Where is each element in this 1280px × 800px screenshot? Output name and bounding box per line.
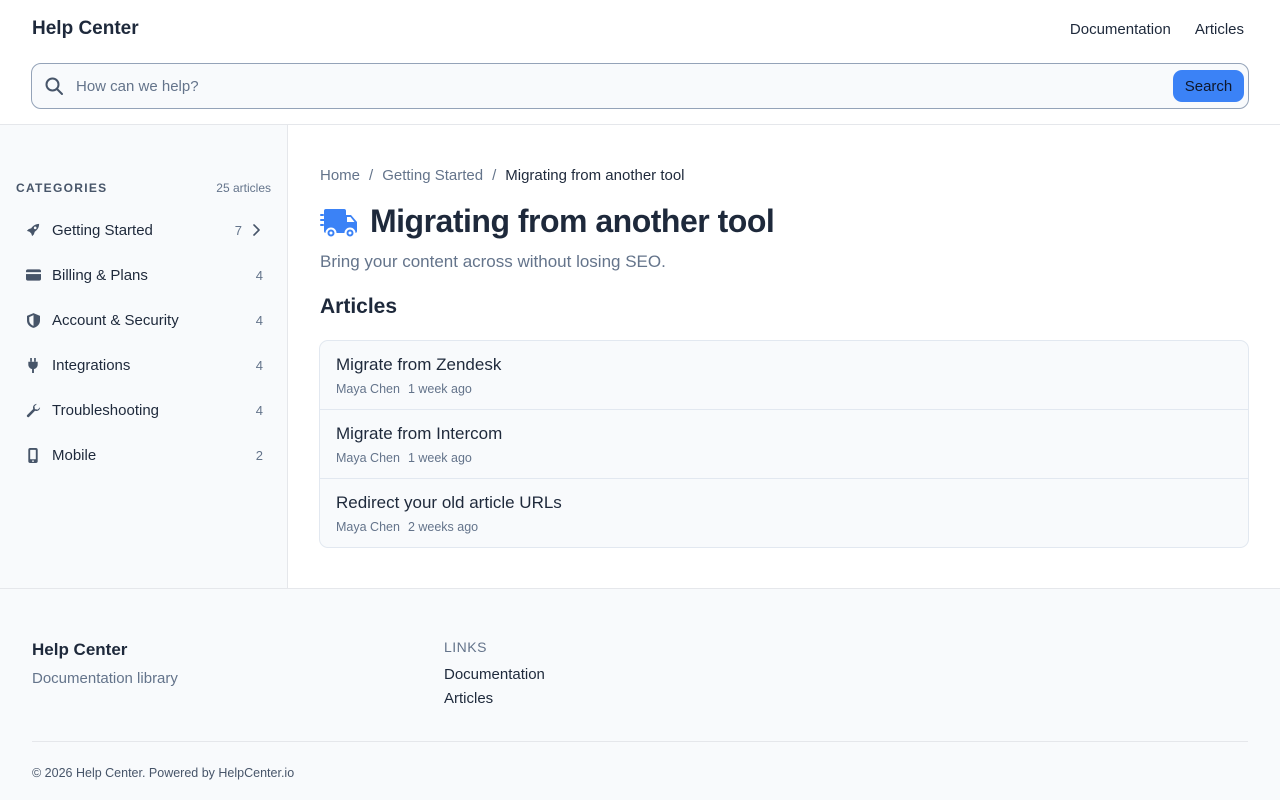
- sidebar-item-count: 4: [255, 313, 263, 328]
- article-author: Maya Chen: [336, 382, 400, 396]
- plug-icon: [25, 357, 41, 373]
- page-subtitle: Bring your content across without losing…: [320, 252, 666, 271]
- article-time: 2 weeks ago: [407, 520, 479, 534]
- sidebar-item-account-security[interactable]: Account & Security 4: [16, 298, 272, 343]
- article-item[interactable]: Migrate from Zendesk Maya Chen 1 week ag…: [320, 341, 1248, 410]
- breadcrumb: Home / Getting Started / Migrating from …: [320, 167, 685, 184]
- nav-link-documentation[interactable]: Documentation: [1070, 21, 1171, 38]
- truck-icon: [320, 209, 357, 239]
- sidebar-item-getting-started[interactable]: Getting Started 7: [16, 208, 272, 253]
- article-meta: Maya Chen 1 week ago: [336, 382, 472, 396]
- top-nav: Documentation Articles: [1070, 21, 1244, 38]
- footer-links-title: LINKS: [444, 639, 487, 655]
- article-item[interactable]: Migrate from Intercom Maya Chen 1 week a…: [320, 410, 1248, 479]
- sidebar-item-label: Account & Security: [52, 312, 179, 329]
- sidebar-item-count: 7: [234, 223, 242, 238]
- article-time: 1 week ago: [407, 382, 472, 396]
- footer-brand: Help Center: [32, 640, 128, 659]
- site-header: Help Center Documentation Articles Searc…: [0, 0, 1280, 125]
- sidebar-item-label: Getting Started: [52, 222, 153, 239]
- article-title[interactable]: Migrate from Zendesk: [336, 355, 501, 375]
- nav-link-articles[interactable]: Articles: [1195, 21, 1244, 38]
- article-item[interactable]: Redirect your old article URLs Maya Chen…: [320, 479, 1248, 547]
- article-meta: Maya Chen 1 week ago: [336, 451, 472, 465]
- sidebar-item-count: 4: [255, 268, 263, 283]
- footer-links: Documentation Articles: [444, 666, 545, 714]
- categories-header: CATEGORIES 25 articles: [16, 181, 271, 195]
- search-icon: [45, 77, 63, 95]
- categories-title: CATEGORIES: [16, 181, 108, 195]
- brand-logo-text[interactable]: Help Center: [32, 18, 139, 40]
- phone-icon: [25, 447, 41, 463]
- category-list: Getting Started 7 Billing & Plans 4 Acco…: [16, 208, 272, 478]
- footer-link-documentation[interactable]: Documentation: [444, 666, 545, 690]
- shield-icon: [25, 312, 41, 328]
- chevron-right-icon: [253, 224, 260, 236]
- footer-copyright: © 2026 Help Center. Powered by HelpCente…: [32, 766, 295, 780]
- search-button[interactable]: Search: [1173, 70, 1244, 102]
- sidebar-item-count: 4: [255, 358, 263, 373]
- footer-divider: [32, 741, 1248, 742]
- search-input[interactable]: [76, 70, 1156, 102]
- sidebar-item-integrations[interactable]: Integrations 4: [16, 343, 272, 388]
- breadcrumb-separator: /: [492, 167, 497, 184]
- sidebar-item-label: Integrations: [52, 357, 131, 374]
- article-author: Maya Chen: [336, 520, 400, 534]
- footer-link-articles[interactable]: Articles: [444, 690, 545, 714]
- search-bar: Search: [31, 63, 1249, 109]
- main-content: Home / Getting Started / Migrating from …: [288, 125, 1280, 588]
- article-meta: Maya Chen 2 weeks ago: [336, 520, 478, 534]
- credit-card-icon: [25, 267, 41, 283]
- sidebar-item-count: 2: [255, 448, 263, 463]
- sidebar-item-label: Troubleshooting: [52, 402, 160, 419]
- article-title[interactable]: Redirect your old article URLs: [336, 493, 562, 513]
- sidebar-item-troubleshooting[interactable]: Troubleshooting 4: [16, 388, 272, 433]
- article-time: 1 week ago: [407, 451, 472, 465]
- sidebar-item-count: 4: [255, 403, 263, 418]
- article-title[interactable]: Migrate from Intercom: [336, 424, 502, 444]
- breadcrumb-current: Migrating from another tool: [505, 167, 685, 184]
- categories-total: 25 articles: [216, 181, 271, 195]
- site-footer: Help Center Documentation library LINKS …: [0, 588, 1280, 800]
- breadcrumb-home[interactable]: Home: [320, 167, 360, 184]
- articles-section-title: Articles: [320, 295, 398, 318]
- category-sidebar: CATEGORIES 25 articles Getting Started 7…: [0, 125, 288, 588]
- article-list: Migrate from Zendesk Maya Chen 1 week ag…: [319, 340, 1249, 548]
- breadcrumb-separator: /: [369, 167, 374, 184]
- sidebar-item-label: Billing & Plans: [52, 267, 148, 284]
- page-title: Migrating from another tool: [370, 203, 775, 239]
- sidebar-item-mobile[interactable]: Mobile 2: [16, 433, 272, 478]
- wrench-icon: [25, 402, 41, 418]
- breadcrumb-getting-started[interactable]: Getting Started: [382, 167, 483, 184]
- sidebar-item-billing[interactable]: Billing & Plans 4: [16, 253, 272, 298]
- footer-tagline: Documentation library: [32, 670, 178, 687]
- rocket-icon: [25, 222, 41, 238]
- article-author: Maya Chen: [336, 451, 400, 465]
- sidebar-item-label: Mobile: [52, 447, 97, 464]
